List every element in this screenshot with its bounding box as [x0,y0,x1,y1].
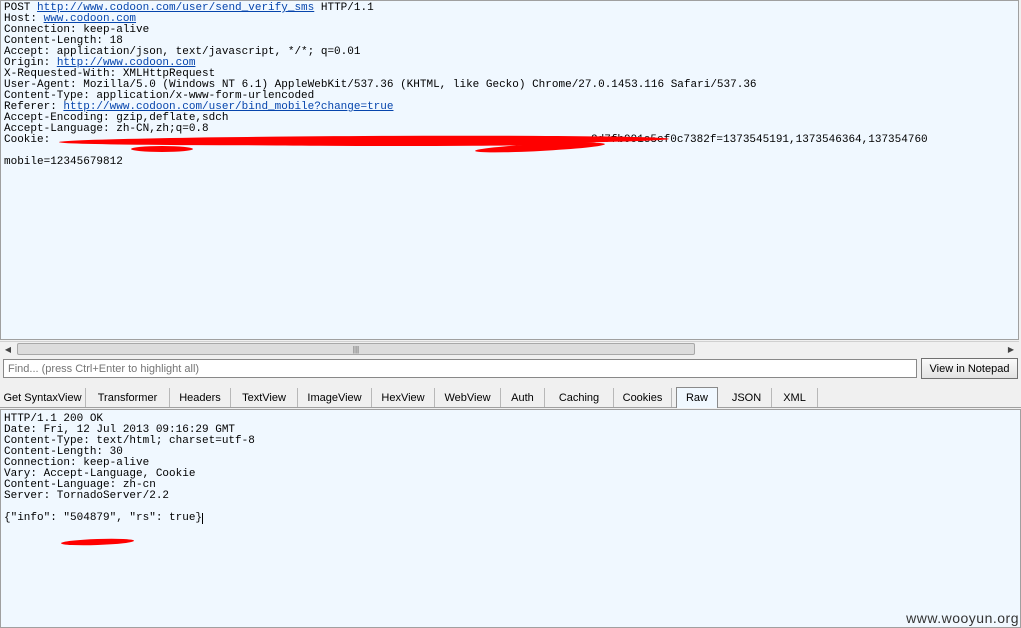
find-input[interactable] [3,359,917,378]
response-raw-pane[interactable]: HTTP/1.1 200 OK Date: Fri, 12 Jul 2013 0… [0,409,1021,628]
response-body-line: {"info": "504879", "rs": true} [1,513,1020,524]
scroll-thumb[interactable]: ||| [17,343,695,355]
tab-auth[interactable]: Auth [501,388,545,407]
response-header-content-type: Content-Type: text/html; charset=utf-8 [4,435,255,447]
view-in-notepad-button[interactable]: View in Notepad [921,358,1018,379]
tab-hexview[interactable]: HexView [372,388,435,407]
tab-textview[interactable]: TextView [231,388,298,407]
tab-imageview[interactable]: ImageView [298,388,372,407]
scroll-left-icon[interactable]: ◀ [0,342,16,357]
highlight-underline-mark [60,537,135,547]
tab-json[interactable]: JSON [722,388,772,407]
find-bar: View in Notepad [0,358,1021,380]
response-header-server: Server: TornadoServer/2.2 [4,490,170,502]
tab-webview[interactable]: WebView [435,388,501,407]
request-line: POST http://www.codoon.com/user/send_ver… [1,3,1018,14]
request-raw-pane[interactable]: POST http://www.codoon.com/user/send_ver… [0,0,1019,340]
tab-caching[interactable]: Caching [545,388,614,407]
grip-icon: ||| [352,344,360,354]
scroll-right-icon[interactable]: ▶ [1003,342,1019,357]
cookie-redaction-mark [131,146,193,152]
tab-raw[interactable]: Raw [676,387,718,408]
request-protocol: HTTP/1.1 [314,2,374,14]
text-caret [202,513,204,524]
tab-xml[interactable]: XML [772,388,818,407]
watermark: www.wooyun.org [906,610,1019,626]
cookie-redaction-mark [196,140,596,146]
tab-cookies[interactable]: Cookies [614,388,672,407]
response-tabs: Get SyntaxView Transformer Headers TextV… [0,386,1021,408]
tab-syntaxview[interactable]: Get SyntaxView [0,388,86,407]
header-cookie-key: Cookie: [4,134,57,146]
header-connection: Connection: keep-alive [4,24,150,36]
request-body: mobile=12345679812 [4,156,123,168]
tab-headers[interactable]: Headers [170,388,231,407]
horizontal-scrollbar[interactable]: ◀ ||| ▶ [0,341,1019,357]
header-host: Host: www.codoon.com [1,14,1018,25]
response-header-content-length: Content-Length: 30 [4,446,123,458]
tab-transformer[interactable]: Transformer [86,388,170,407]
response-body: {"info": "504879", "rs": true} [4,512,203,524]
